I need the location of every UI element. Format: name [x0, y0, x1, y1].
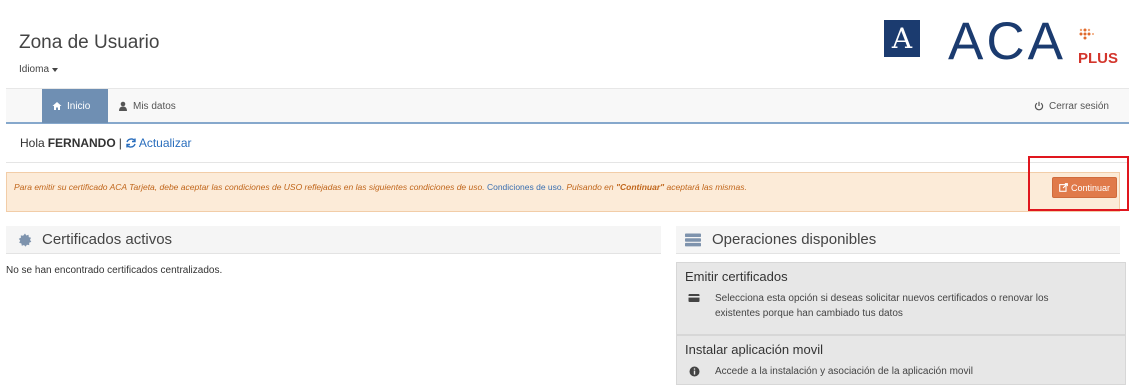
- server-icon: [685, 233, 701, 246]
- page-title: Zona de Usuario: [19, 32, 160, 53]
- refresh-link[interactable]: Actualizar: [125, 136, 192, 150]
- greeting: Hola FERNANDO | Actualizar: [20, 136, 192, 150]
- alert-text: Para emitir su certificado ACA Tarjeta, …: [14, 182, 747, 192]
- refresh-icon: [126, 138, 136, 148]
- logout-link[interactable]: Cerrar sesión: [1024, 89, 1119, 123]
- continue-label: Continuar: [1070, 182, 1111, 193]
- power-icon: [1034, 101, 1044, 111]
- operations-title: Operaciones disponibles: [712, 231, 877, 248]
- language-label: Idioma: [19, 64, 50, 75]
- caret-down-icon: [52, 67, 59, 72]
- certificate-seal-icon: [18, 233, 32, 247]
- user-name: FERNANDO: [47, 136, 116, 150]
- terms-alert: Para emitir su certificado ACA Tarjeta, …: [6, 172, 1120, 212]
- operation-description: Selecciona esta opción si deseas solicit…: [715, 293, 1049, 319]
- nav-profile[interactable]: Mis datos: [108, 89, 186, 123]
- divider: [6, 162, 1129, 163]
- nav-home-label: Inicio: [67, 100, 91, 112]
- greeting-prefix: Hola: [20, 136, 45, 150]
- info-icon: [685, 364, 703, 379]
- card-icon: [685, 291, 703, 321]
- logo-suffix: PLUS: [1078, 50, 1119, 67]
- active-certificates-title: Certificados activos: [42, 231, 173, 248]
- language-dropdown[interactable]: Idioma: [19, 64, 59, 75]
- continue-button[interactable]: Continuar: [1052, 177, 1117, 198]
- greeting-separator: |: [118, 136, 122, 150]
- main-navbar: Inicio Mis datos Cerrar sesión: [6, 88, 1129, 124]
- operation-install-mobile-app[interactable]: Instalar aplicación movil Accede a la in…: [676, 335, 1126, 385]
- empty-certificates-text: No se han encontrado certificados centra…: [6, 265, 223, 276]
- operation-description: Accede a la instalación y asociación de …: [715, 366, 973, 377]
- page-header: Zona de Usuario Idioma A ACA PLUS: [0, 0, 1129, 88]
- nav-profile-label: Mis datos: [133, 100, 176, 112]
- home-icon: [52, 102, 62, 110]
- operation-title[interactable]: Emitir certificados: [685, 269, 788, 284]
- operation-issue-certificates[interactable]: Emitir certificados Selecciona esta opci…: [676, 262, 1126, 335]
- terms-link[interactable]: Condiciones de uso.: [487, 182, 564, 192]
- logo-text: ACA: [948, 12, 1066, 71]
- logout-label: Cerrar sesión: [1048, 100, 1109, 112]
- operation-title[interactable]: Instalar aplicación movil: [685, 342, 823, 357]
- logo-dots-icon: [1079, 28, 1094, 40]
- nav-home[interactable]: Inicio: [42, 89, 108, 123]
- active-certificates-header: Certificados activos: [6, 226, 661, 254]
- user-icon: [119, 101, 127, 111]
- aca-plus-logo: A ACA PLUS: [870, 12, 1129, 72]
- refresh-label: Actualizar: [138, 136, 192, 150]
- external-edit-icon: [1059, 183, 1068, 192]
- logo-mark: A: [884, 20, 920, 57]
- operations-header: Operaciones disponibles: [676, 226, 1120, 254]
